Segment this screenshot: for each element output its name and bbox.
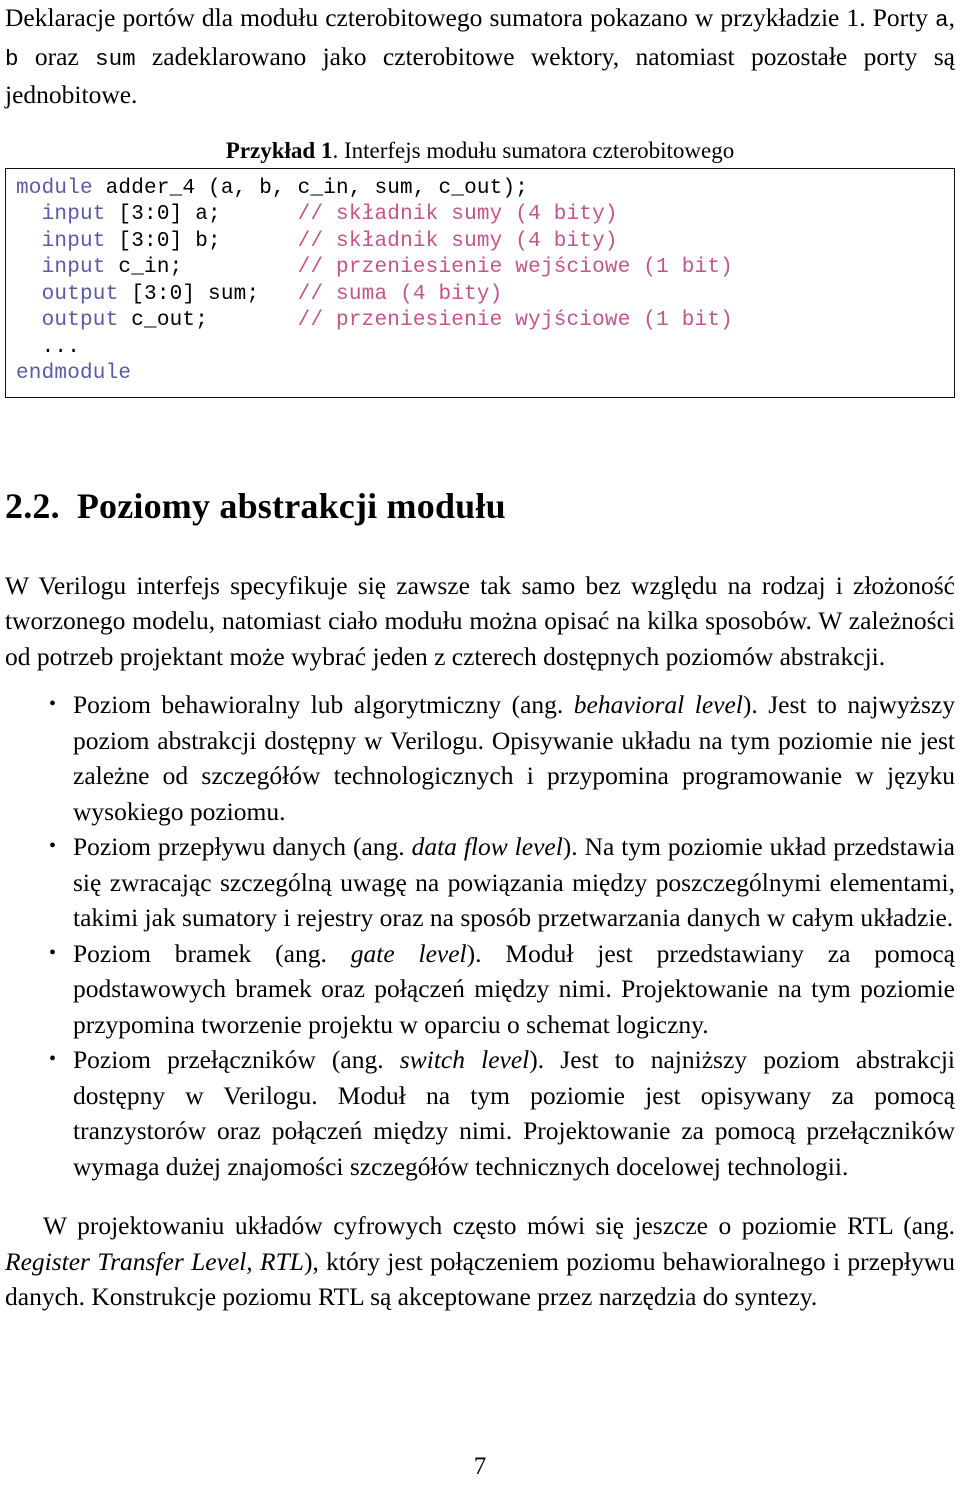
section-heading: 2.2. Poziomy abstrakcji modułu	[5, 484, 955, 528]
level-lead-text: Poziom przepływu danych (ang.	[73, 832, 412, 861]
intro-text-part2: ,	[948, 3, 955, 32]
abstraction-level-item: • Poziom bramek (ang. gate level). Moduł …	[5, 936, 955, 1043]
intro-paragraph: Deklaracje portów dla modułu czterobitow…	[5, 0, 955, 113]
level-english-term: behavioral level	[573, 690, 743, 719]
code-token: input	[16, 203, 106, 226]
section-title: Poziomy abstrakcji modułu	[76, 485, 506, 526]
code-token: c_in;	[105, 256, 298, 279]
bullet-icon: •	[49, 835, 57, 857]
code-token: c_out;	[118, 309, 298, 332]
intro-text-part1: Deklaracje portów dla modułu czterobitow…	[5, 3, 936, 32]
level-english-term: data flow level	[411, 832, 563, 861]
code-token: // suma (4 bity)	[297, 282, 503, 306]
code-token: // składnik sumy (4 bity)	[297, 229, 618, 253]
code-token: module	[16, 176, 93, 200]
port-name-b: b	[5, 45, 19, 72]
section-intro-paragraph: W Verilogu interfejs specyfikuje się zaw…	[5, 570, 955, 671]
level-lead-text: Poziom behawioralny lub algorytmiczny (a…	[73, 690, 574, 719]
code-token: ...	[16, 335, 81, 359]
example-block: Przykład 1. Interfejs modułu sumatora cz…	[5, 137, 955, 398]
closing-english-term: Register Transfer Level, RTL	[5, 1246, 304, 1276]
code-token: [3:0] sum;	[118, 282, 298, 306]
code-token: output	[16, 309, 119, 332]
intro-text-part3: oraz	[18, 41, 96, 71]
code-token: // przeniesienie wejściowe (1 bit)	[297, 256, 733, 279]
code-token: [3:0] b;	[105, 229, 298, 253]
document-page: Deklaracje portów dla modułu czterobitow…	[0, 0, 960, 1512]
code-token: input	[16, 256, 106, 279]
example-caption-title: . Interfejs modułu sumatora czterobitowe…	[332, 137, 735, 163]
closing-text-part1: W projektowaniu układów cyfrowych często…	[43, 1211, 955, 1240]
port-name-a: a	[935, 7, 949, 33]
port-name-sum: sum	[95, 45, 136, 72]
level-english-term: gate level	[350, 938, 467, 968]
code-token: // składnik sumy (4 bity)	[297, 203, 618, 226]
bullet-icon: •	[49, 1048, 57, 1070]
abstraction-level-item: • Poziom behawioralny lub algorytmiczny (…	[5, 687, 955, 829]
code-token: // przeniesienie wyjściowe (1 bit)	[297, 309, 733, 332]
code-token: adder_4 (a, b, c_in, sum, c_out);	[92, 176, 529, 200]
level-lead-text: Poziom przełączników (ang.	[73, 1045, 400, 1074]
code-token: input	[16, 229, 106, 253]
intro-text-part4: zadeklarowano jako czterobitowe wektory,…	[5, 41, 955, 110]
abstraction-levels-list: • Poziom behawioralny lub algorytmiczny (…	[5, 687, 955, 1184]
abstraction-level-item: • Poziom przełączników (ang. switch level…	[5, 1042, 955, 1184]
code-listing-box: module adder_4 (a, b, c_in, sum, c_out);…	[5, 167, 955, 398]
section-number: 2.2.	[5, 485, 60, 526]
bullet-icon: •	[49, 693, 57, 715]
abstraction-level-item: • Poziom przepływu danych (ang. data flow…	[5, 829, 955, 936]
level-lead-text: Poziom bramek (ang.	[73, 938, 351, 968]
code-token: [3:0] a;	[105, 203, 298, 226]
code-token: output	[16, 282, 119, 306]
verilog-code: module adder_4 (a, b, c_in, sum, c_out);…	[16, 176, 944, 388]
bullet-icon: •	[49, 941, 57, 964]
closing-paragraph: W projektowaniu układów cyfrowych często…	[5, 1208, 955, 1315]
example-caption-label: Przykład 1	[225, 137, 333, 163]
code-token: endmodule	[16, 362, 132, 385]
page-number: 7	[473, 1453, 487, 1480]
level-english-term: switch level	[399, 1045, 530, 1074]
example-caption: Przykład 1. Interfejs modułu sumatora cz…	[5, 137, 955, 168]
